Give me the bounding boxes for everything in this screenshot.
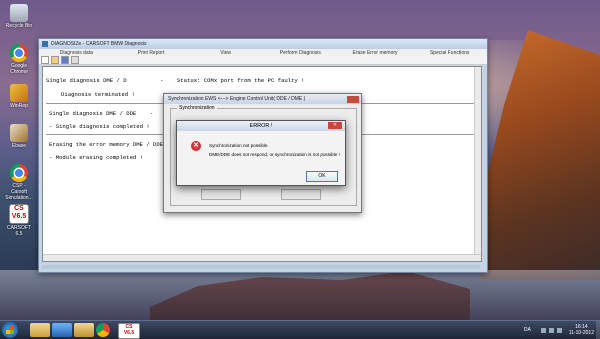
error-titlebar[interactable]: ERROR ! ✕ [177, 121, 345, 131]
console-line: Single diagnosis DME / D - Status: COMx … [46, 77, 305, 84]
error-title: ERROR ! [249, 123, 273, 129]
explorer-icon[interactable] [30, 323, 50, 337]
close-icon[interactable]: ✕ [328, 122, 342, 129]
menu-bar: Diagnosis data Print Report View Perform… [39, 49, 487, 56]
language-indicator[interactable]: DA [524, 327, 531, 333]
desktop-icon-google-chrome[interactable]: Google Chrome [4, 44, 34, 75]
carsoft-icon: CS V6.5 [9, 204, 29, 224]
console-line: Diagnosis terminated ! [61, 91, 135, 98]
sync-start-button[interactable] [201, 189, 241, 200]
console-line: - Single diagnosis completed ! [49, 123, 150, 130]
console-line: Erasing the error memory DME / DDE [49, 141, 164, 148]
menu-diagnosis-data[interactable]: Diagnosis data [39, 50, 114, 56]
desktop-icon-csp[interactable]: CSP - Carsoft Simulation... [4, 164, 34, 201]
recycle-bin-icon [10, 4, 28, 22]
chrome-icon [10, 44, 28, 62]
window-title: DIAGNOSIZe - CARSOFT BMW Diagnosis [51, 41, 147, 47]
error-message-line2: DME/DDE does not respond, or synchroniza… [209, 152, 340, 157]
flag-icon[interactable] [540, 327, 546, 333]
menu-view[interactable]: View [188, 50, 263, 56]
volume-icon[interactable] [556, 327, 562, 333]
desktop-icon-winrep[interactable]: WinRep [4, 84, 34, 109]
error-message-line1: Synchronization not possible. [209, 143, 269, 148]
vertical-scrollbar[interactable] [474, 67, 481, 261]
carsoft-icon[interactable]: CS V6.5 [118, 323, 140, 339]
menu-perform-diagnosis[interactable]: Perform Diagnosis [263, 50, 338, 56]
chrome-icon[interactable] [96, 323, 110, 337]
desktop-icon-ebase[interactable]: Ebase [4, 124, 34, 149]
status-strip [42, 265, 480, 269]
desktop-icon-carsoft[interactable]: CS V6.5 CARSOFT 6.5 [4, 204, 34, 237]
print-icon[interactable] [71, 56, 79, 64]
show-desktop-button[interactable] [596, 321, 600, 339]
console-line: - Module erasing completed ! [49, 154, 143, 161]
desktop-icon-recycle-bin[interactable]: Recycle Bin [4, 4, 34, 29]
sync-group-label: Synchronization [177, 105, 217, 111]
toolbar [39, 56, 487, 65]
start-button[interactable] [2, 322, 18, 338]
save-icon[interactable] [61, 56, 69, 64]
network-icon[interactable] [548, 327, 554, 333]
clock[interactable]: 16:14 11-10-2012 [569, 324, 594, 336]
close-icon[interactable] [347, 95, 359, 103]
menu-print-report[interactable]: Print Report [114, 50, 189, 56]
app-icon [42, 41, 48, 47]
chrome-icon [10, 164, 28, 182]
media-player-icon[interactable] [52, 323, 72, 337]
sync-cancel-button[interactable] [281, 189, 321, 200]
ok-button[interactable]: OK [306, 171, 338, 182]
new-file-icon[interactable] [41, 56, 49, 64]
console-line: Single diagnosis DME / DDE - Stat [49, 110, 180, 117]
menu-special-functions[interactable]: Special Functions [412, 50, 487, 56]
sync-titlebar[interactable]: Synchronization EWS <---> Engine Control… [164, 94, 361, 104]
menu-erase-error-memory[interactable]: Erase Error memory [338, 50, 413, 56]
tool-icon [10, 124, 28, 142]
horizontal-scrollbar[interactable] [43, 254, 481, 261]
tool-icon [10, 84, 28, 102]
clock-date: 11-10-2012 [568, 330, 594, 336]
sync-title: Synchronization EWS <---> Engine Control… [168, 96, 306, 102]
folder-icon[interactable] [74, 323, 94, 337]
system-tray: DA 16:14 11-10-2012 [524, 324, 594, 336]
open-folder-icon[interactable] [51, 56, 59, 64]
window-titlebar[interactable]: DIAGNOSIZe - CARSOFT BMW Diagnosis [39, 39, 487, 49]
taskbar: CS V6.5 DA 16:14 11-10-2012 [0, 320, 600, 339]
error-dialog[interactable]: ERROR ! ✕ ✕ Synchronization not possible… [176, 120, 346, 186]
error-icon: ✕ [191, 141, 201, 151]
